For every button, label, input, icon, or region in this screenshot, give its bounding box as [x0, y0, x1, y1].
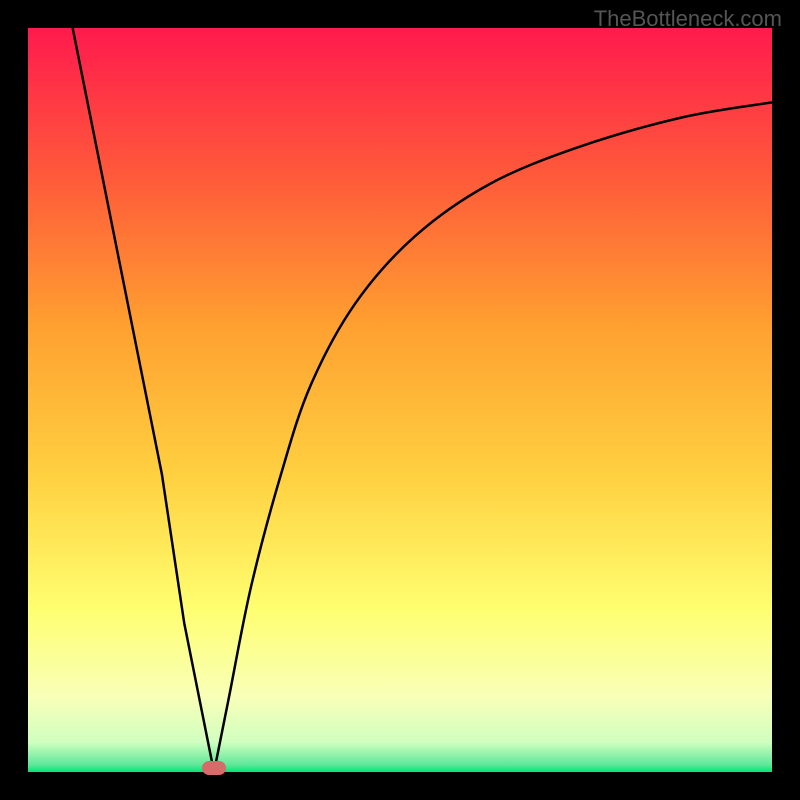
minimum-marker	[202, 761, 226, 775]
watermark-text: TheBottleneck.com	[594, 6, 782, 32]
chart-curve	[28, 28, 772, 772]
curve-right-branch	[214, 102, 772, 772]
curve-left-branch	[73, 28, 214, 772]
chart-frame	[28, 28, 772, 772]
